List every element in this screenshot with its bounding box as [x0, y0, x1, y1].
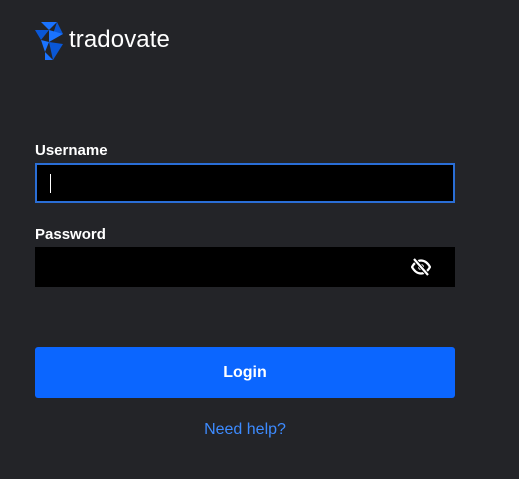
password-input[interactable] [35, 247, 455, 287]
eye-slash-icon[interactable] [410, 257, 432, 277]
password-field-container [35, 247, 455, 287]
text-cursor [50, 174, 51, 193]
brand-logo: tradovate [35, 21, 170, 61]
login-page: tradovate Username Password Login Need h… [0, 0, 519, 479]
login-button[interactable]: Login [35, 347, 455, 398]
username-field-container [35, 163, 455, 203]
username-label: Username [35, 142, 108, 159]
password-label: Password [35, 226, 106, 243]
username-input[interactable] [37, 165, 453, 201]
brand-name: tradovate [69, 26, 170, 53]
need-help-link[interactable]: Need help? [35, 421, 455, 439]
tradovate-logo-icon [35, 22, 63, 60]
